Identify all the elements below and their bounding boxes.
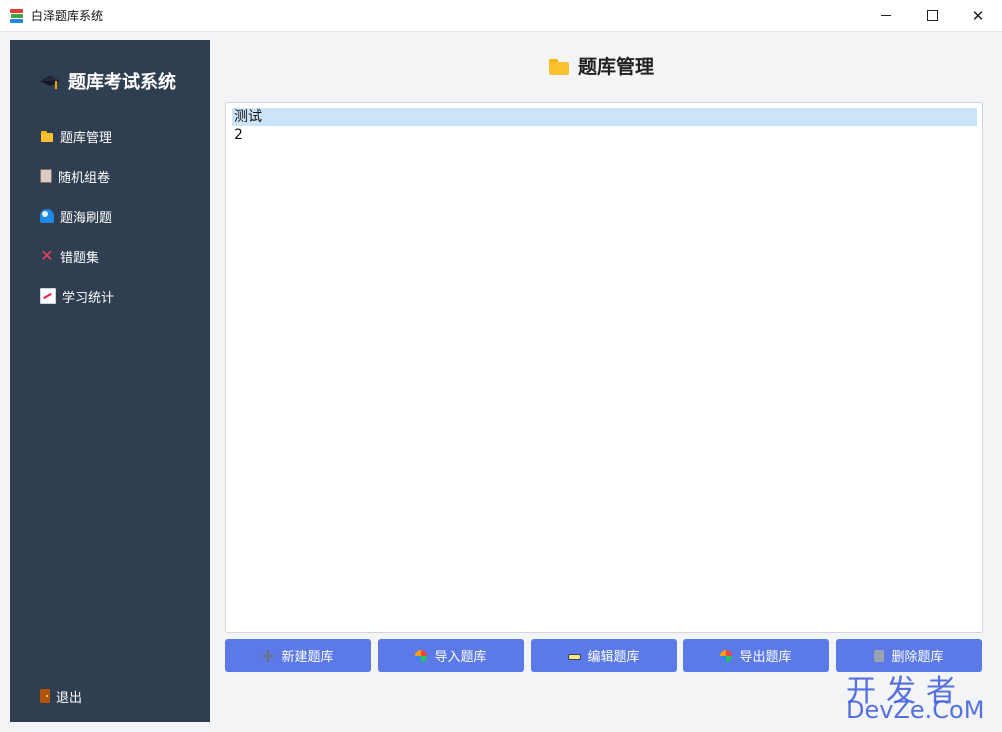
sidebar-item-label: 错题集	[60, 250, 100, 266]
page-title: 题库管理	[548, 52, 654, 79]
sidebar-item-question-bank[interactable]: 题库管理	[40, 126, 112, 146]
sidebar-item-label: 退出	[56, 690, 83, 706]
minimize-icon	[881, 15, 891, 16]
cross-mark-icon: ✕	[40, 246, 54, 265]
question-bank-list[interactable]: 测试 2	[225, 102, 983, 633]
edit-icon	[568, 650, 582, 662]
sidebar-item-label: 随机组卷	[58, 170, 111, 186]
app-books-icon	[9, 8, 25, 24]
sidebar-brand: 题库考试系统	[40, 68, 176, 94]
sidebar-item-exit[interactable]: 退出	[40, 686, 82, 706]
folder-icon	[40, 129, 54, 143]
button-label: 新建题库	[281, 650, 334, 665]
page-title-text: 题库管理	[578, 56, 655, 78]
graduation-cap-icon	[40, 72, 60, 90]
close-button[interactable]: ✕	[955, 0, 1001, 31]
wave-icon	[40, 209, 54, 223]
sidebar-item-label: 题库管理	[60, 130, 113, 146]
export-icon	[720, 649, 733, 662]
trash-icon	[874, 649, 885, 662]
sidebar-item-label: 学习统计	[62, 290, 115, 306]
export-bank-button[interactable]: 导出题库	[683, 639, 829, 672]
plus-icon	[262, 649, 275, 662]
clipboard-icon	[40, 169, 52, 183]
watermark-bottom: DevZe.CoM	[846, 696, 985, 724]
watermark: 开发者 DevZe.CoM	[846, 666, 996, 726]
sidebar-item-practice[interactable]: 题海刷题	[40, 206, 112, 226]
maximize-button[interactable]	[909, 0, 955, 31]
button-label: 删除题库	[891, 650, 944, 665]
sidebar-item-label: 题海刷题	[60, 210, 113, 226]
maximize-icon	[926, 10, 938, 21]
button-label: 编辑题库	[587, 650, 640, 665]
window-title: 白泽题库系统	[31, 9, 104, 23]
import-icon	[415, 649, 428, 662]
edit-bank-button[interactable]: 编辑题库	[531, 639, 677, 672]
import-bank-button[interactable]: 导入题库	[378, 639, 524, 672]
sidebar-item-wrong-questions[interactable]: ✕ 错题集	[40, 246, 99, 266]
title-bar: 白泽题库系统 ✕	[0, 0, 1002, 32]
delete-bank-button[interactable]: 删除题库	[836, 639, 982, 672]
list-item[interactable]: 测试	[232, 108, 977, 126]
watermark-top: 开发者	[846, 674, 966, 709]
brand-title: 题库考试系统	[68, 72, 176, 93]
button-label: 导出题库	[739, 650, 792, 665]
chart-icon	[40, 288, 56, 304]
list-item[interactable]: 2	[232, 126, 977, 144]
door-icon	[40, 689, 50, 703]
minimize-button[interactable]	[863, 0, 909, 31]
button-label: 导入题库	[434, 650, 487, 665]
sidebar-item-random-paper[interactable]: 随机组卷	[40, 166, 110, 186]
folder-icon	[548, 57, 570, 75]
close-icon: ✕	[971, 6, 985, 25]
sidebar-item-statistics[interactable]: 学习统计	[40, 286, 114, 306]
sidebar: 题库考试系统 题库管理 随机组卷 题海刷题 ✕ 错题集 学习统计 退出	[10, 40, 210, 722]
new-bank-button[interactable]: 新建题库	[225, 639, 371, 672]
